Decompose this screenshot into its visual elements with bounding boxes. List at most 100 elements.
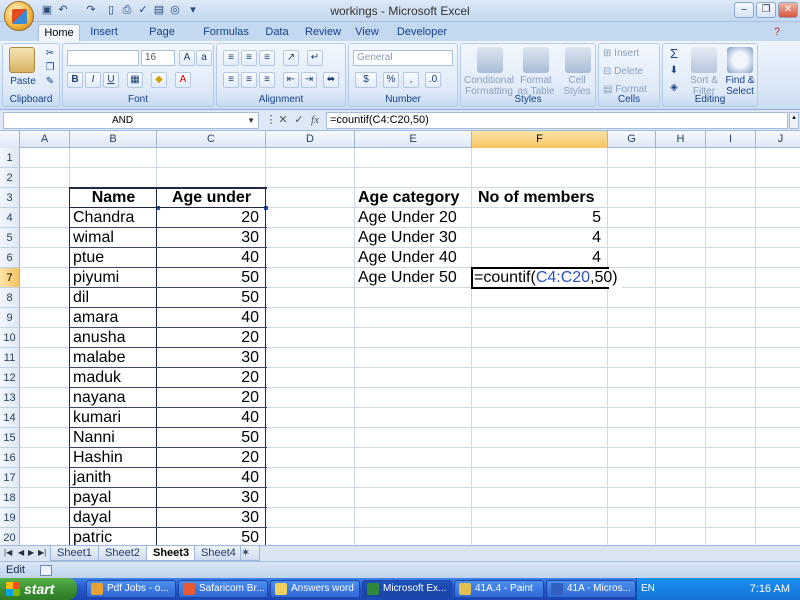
fill-icon[interactable]: ⬇: [667, 65, 681, 76]
table1-header-age[interactable]: Age under: [157, 188, 266, 208]
cut-icon[interactable]: ✂: [43, 48, 57, 59]
delete-cells-button[interactable]: ⊟ Delete: [603, 66, 657, 77]
row-header-4[interactable]: 4: [0, 208, 20, 228]
office-button[interactable]: [4, 1, 34, 31]
column-header-j[interactable]: J: [756, 131, 800, 148]
task-safaricom[interactable]: Safaricom Br...: [178, 580, 268, 598]
name-cell[interactable]: patric: [70, 528, 157, 545]
insert-cells-button[interactable]: ⊞ Insert: [603, 48, 657, 59]
sheet-tab-sheet3[interactable]: Sheet3: [146, 546, 197, 561]
name-cell[interactable]: Hashin: [70, 448, 157, 468]
bold-button[interactable]: B: [67, 72, 83, 88]
name-cell[interactable]: dayal: [70, 508, 157, 528]
increase-decimal-icon[interactable]: .0: [425, 72, 441, 88]
fill-color-icon[interactable]: ◆: [151, 72, 167, 88]
category-cell[interactable]: Age Under 50: [355, 268, 472, 288]
decrease-indent-icon[interactable]: ⇤: [283, 72, 299, 88]
insert-function-button[interactable]: fx: [308, 113, 322, 128]
align-right-icon[interactable]: ≡: [259, 72, 275, 88]
row-header-7[interactable]: 7: [0, 268, 20, 288]
tab-insert[interactable]: Insert: [86, 24, 122, 41]
percent-button[interactable]: %: [383, 72, 399, 88]
conditional-formatting-icon[interactable]: [477, 47, 503, 73]
members-cell[interactable]: 5: [472, 208, 608, 228]
name-cell[interactable]: nayana: [70, 388, 157, 408]
name-cell[interactable]: malabe: [70, 348, 157, 368]
name-cell[interactable]: amara: [70, 308, 157, 328]
row-header-14[interactable]: 14: [0, 408, 20, 428]
insert-sheet-icon[interactable]: ✶: [240, 546, 260, 561]
sheet-tab-sheet2[interactable]: Sheet2: [98, 546, 147, 561]
format-as-table-icon[interactable]: [523, 47, 549, 73]
cancel-button[interactable]: ✕: [276, 113, 290, 128]
tab-home[interactable]: Home: [38, 24, 80, 41]
row-header-6[interactable]: 6: [0, 248, 20, 268]
name-box-dropdown-icon[interactable]: ▼: [247, 113, 255, 128]
formula-input[interactable]: =countif(C4:C20,50): [326, 112, 788, 129]
name-cell[interactable]: wimal: [70, 228, 157, 248]
task-microsoft-excel[interactable]: Microsoft Ex...: [362, 580, 452, 598]
category-cell[interactable]: Age Under 20: [355, 208, 472, 228]
wrap-text-icon[interactable]: ↵: [307, 50, 323, 66]
font-color-icon[interactable]: A: [175, 72, 191, 88]
row-header-2[interactable]: 2: [0, 168, 20, 188]
column-header-g[interactable]: G: [608, 131, 656, 148]
macro-record-icon[interactable]: [40, 565, 52, 576]
name-cell[interactable]: janith: [70, 468, 157, 488]
paste-button[interactable]: Paste: [5, 76, 41, 87]
tab-view[interactable]: View: [352, 24, 382, 41]
comma-button[interactable]: ,: [403, 72, 419, 88]
language-indicator[interactable]: EN: [641, 583, 655, 594]
task-paint[interactable]: 41A.4 - Paint: [454, 580, 544, 598]
enter-button[interactable]: ✓: [292, 113, 306, 128]
font-size-field[interactable]: 16: [141, 50, 175, 66]
row-header-11[interactable]: 11: [0, 348, 20, 368]
align-left-icon[interactable]: ≡: [223, 72, 239, 88]
tab-page-layout[interactable]: Page Layout: [132, 24, 192, 54]
category-cell[interactable]: Age Under 40: [355, 248, 472, 268]
font-name-field[interactable]: [67, 50, 139, 66]
currency-button[interactable]: $: [355, 72, 377, 88]
sort-filter-icon[interactable]: [691, 47, 717, 73]
row-header-1[interactable]: 1: [0, 148, 20, 168]
tab-review[interactable]: Review: [302, 24, 344, 41]
italic-button[interactable]: I: [85, 72, 101, 88]
sheet-tab-sheet1[interactable]: Sheet1: [50, 546, 99, 561]
column-header-f[interactable]: F: [472, 131, 608, 148]
column-header-c[interactable]: C: [157, 131, 266, 148]
row-header-18[interactable]: 18: [0, 488, 20, 508]
close-button[interactable]: ✕: [778, 2, 798, 18]
name-cell[interactable]: anusha: [70, 328, 157, 348]
members-cell[interactable]: 4: [472, 248, 608, 268]
table1-header-name[interactable]: Name: [70, 188, 157, 208]
row-header-19[interactable]: 19: [0, 508, 20, 528]
name-cell[interactable]: piyumi: [70, 268, 157, 288]
name-cell[interactable]: kumari: [70, 408, 157, 428]
column-header-b[interactable]: B: [70, 131, 157, 148]
grow-font-icon[interactable]: A: [179, 50, 195, 66]
name-box[interactable]: AND ▼: [3, 112, 259, 129]
find-icon[interactable]: [727, 47, 753, 73]
align-bottom-icon[interactable]: ≡: [259, 50, 275, 66]
members-cell[interactable]: 4: [472, 228, 608, 248]
format-painter-icon[interactable]: ✎: [43, 76, 57, 87]
copy-icon[interactable]: ❐: [43, 62, 57, 73]
row-header-12[interactable]: 12: [0, 368, 20, 388]
name-cell[interactable]: ptue: [70, 248, 157, 268]
row-header-20[interactable]: 20: [0, 528, 20, 545]
minimize-button[interactable]: –: [734, 2, 754, 18]
column-header-i[interactable]: I: [706, 131, 756, 148]
row-header-3[interactable]: 3: [0, 188, 20, 208]
formula-expand-icon[interactable]: ▴: [789, 112, 799, 129]
name-cell[interactable]: dil: [70, 288, 157, 308]
maximize-button[interactable]: ❐: [756, 2, 776, 18]
row-header-17[interactable]: 17: [0, 468, 20, 488]
paste-icon[interactable]: [9, 47, 35, 73]
row-header-15[interactable]: 15: [0, 428, 20, 448]
help-icon[interactable]: ?: [770, 25, 784, 39]
row-header-5[interactable]: 5: [0, 228, 20, 248]
underline-button[interactable]: U: [103, 72, 119, 88]
row-header-13[interactable]: 13: [0, 388, 20, 408]
merge-center-icon[interactable]: ⬌: [323, 72, 339, 88]
borders-icon[interactable]: ▦: [127, 72, 143, 88]
